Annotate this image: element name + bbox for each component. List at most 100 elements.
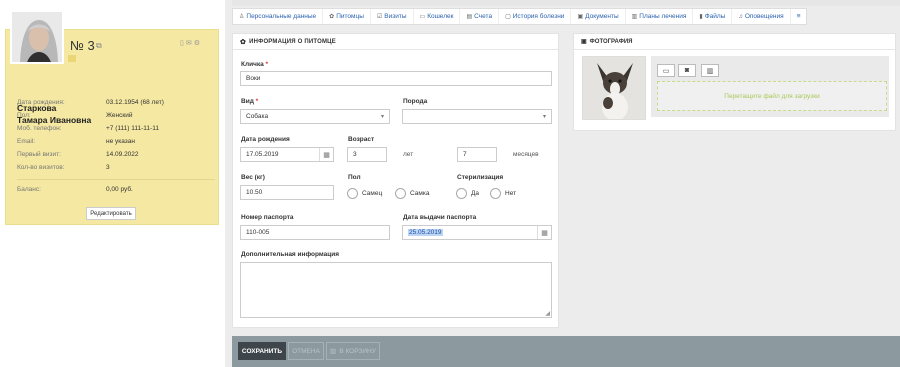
sterilization-label: Стерилизация: [457, 174, 504, 181]
first-visit-value: 14.09.2022: [106, 151, 139, 158]
save-button[interactable]: СОХРАНИТЬ: [238, 342, 286, 360]
tab-personal[interactable]: ♙ Персональные данные: [233, 9, 324, 24]
tab-label: Счета: [474, 13, 493, 20]
birth-date-value: 03.12.1954 (68 лет): [106, 99, 164, 106]
breed-label: Порода: [403, 98, 428, 105]
calendar-icon[interactable]: ▦: [537, 226, 551, 239]
radio-label: Нет: [505, 190, 517, 197]
folder-icon[interactable]: ▭: [657, 64, 675, 77]
age-years-input[interactable]: 3: [347, 147, 387, 162]
trash-icon[interactable]: ▥: [701, 64, 719, 77]
copy-icon[interactable]: ⧉: [96, 41, 102, 51]
settings-icon[interactable]: ⚙: [194, 40, 202, 47]
avatar[interactable]: [10, 10, 64, 64]
tab-label: Питомцы: [336, 13, 364, 20]
wallet-icon: ▭: [419, 14, 426, 20]
balance-value: 0,00 руб.: [106, 186, 133, 193]
pet-info-title: ИНФОРМАЦИЯ О ПИТОМЦЕ: [249, 38, 336, 45]
birth-date-input[interactable]: 17.05.2019 ▦: [240, 147, 334, 162]
tab-notifications[interactable]: ♫ Оповещения: [732, 9, 791, 24]
pet-info-header: ✿ ИНФОРМАЦИЯ О ПИТОМЦЕ: [233, 34, 558, 50]
radio-circle: [395, 188, 406, 199]
tab-visits[interactable]: ☑ Визиты: [371, 9, 414, 24]
tab-pets[interactable]: ✿ Питомцы: [323, 9, 371, 24]
age-label: Возраст: [348, 136, 375, 143]
phone-value[interactable]: +7 (111) 111-11-11: [106, 125, 159, 132]
radio-circle: [347, 188, 358, 199]
tab-history[interactable]: ▢ История болезни: [499, 9, 572, 24]
tab-wallet[interactable]: ▭ Кошелек: [414, 9, 461, 24]
tab-documents[interactable]: ▣ Документы: [571, 9, 626, 24]
passport-input[interactable]: 110-005: [240, 225, 390, 240]
chevron-down-icon: ▾: [380, 114, 384, 120]
resize-handle-icon[interactable]: ◢: [545, 310, 550, 317]
passport-date-input[interactable]: 25.05.2019 ▦: [402, 225, 552, 240]
chevron-down-icon: ▾: [542, 114, 546, 120]
tab-plans[interactable]: ▥ Планы лечения: [626, 9, 694, 24]
radio-label: Да: [471, 190, 480, 197]
passport-label: Номер паспорта: [241, 214, 294, 221]
gender-value: Женский: [106, 112, 133, 119]
age-months-value: 7: [463, 151, 467, 158]
field-label: Кол-во визитов:: [17, 164, 65, 171]
paw-icon: ✿: [240, 38, 247, 46]
age-months-input[interactable]: 7: [457, 147, 497, 162]
species-select[interactable]: Собака ▾: [240, 109, 390, 124]
person-icon: ♙: [239, 14, 245, 20]
nickname-label: Кличка *: [241, 61, 268, 68]
tab-label: Планы лечения: [639, 13, 687, 20]
required-mark: *: [255, 98, 259, 105]
tab-label: Кошелек: [427, 13, 454, 20]
field-label: Моб. телефон:: [17, 125, 62, 132]
email-value: не указан: [106, 138, 135, 145]
calendar-icon[interactable]: ▦: [319, 148, 333, 161]
top-strip: [232, 0, 900, 6]
cancel-button[interactable]: ОТМЕНА: [288, 342, 324, 360]
calendar-check-icon: ☑: [376, 14, 383, 20]
tab-label: История болезни: [512, 13, 565, 20]
radio-label: Самец: [362, 190, 383, 197]
passport-value: 110-005: [246, 229, 270, 236]
age-months-unit: месяцев: [513, 151, 539, 158]
required-mark: *: [265, 61, 269, 68]
passport-date-value: 25.05.2019: [408, 229, 443, 236]
field-label: Дата рождения:: [17, 99, 65, 106]
documents-icon: ▣: [577, 14, 584, 20]
notes-label: Дополнительная информация: [241, 251, 340, 258]
divider: [17, 179, 215, 180]
breed-select[interactable]: ▾: [402, 109, 552, 124]
nickname-input[interactable]: Воки: [240, 71, 552, 86]
invoice-icon: ▤: [466, 14, 473, 20]
mail-icon[interactable]: ✉: [186, 40, 194, 47]
sex-label: Пол: [348, 174, 361, 181]
camera-icon: ▣: [581, 39, 587, 45]
edit-client-button[interactable]: Редактировать: [86, 207, 136, 220]
camera-icon[interactable]: ◙: [678, 64, 696, 77]
history-icon: ▢: [505, 14, 511, 20]
species-label: Вид *: [241, 98, 258, 105]
weight-input[interactable]: 10.50: [240, 185, 334, 200]
nickname-label-text: Кличка: [241, 61, 264, 68]
tab-invoices[interactable]: ▤ Счета: [460, 9, 500, 24]
tab-label: Визиты: [384, 13, 407, 20]
radio-circle: [490, 188, 501, 199]
tab-files[interactable]: ▮ Файлы: [693, 9, 733, 24]
tab-label: Файлы: [704, 13, 726, 20]
field-label: Email:: [17, 138, 36, 145]
move-to-trash-button[interactable]: ▥ В КОРЗИНУ: [326, 342, 380, 360]
sex-female-radio[interactable]: Самка: [395, 188, 429, 199]
tab-label: Персональные данные: [246, 13, 317, 20]
file-drop-zone[interactable]: Перетащите файл для загрузки: [657, 81, 887, 111]
pet-photo[interactable]: [582, 56, 646, 120]
sterilization-yes-radio[interactable]: Да: [456, 188, 479, 199]
field-label: Первый визит:: [17, 151, 61, 158]
sex-male-radio[interactable]: Самец: [347, 188, 382, 199]
radio-label: Самка: [410, 190, 430, 197]
notes-textarea[interactable]: ◢: [240, 262, 552, 318]
paw-icon: ✿: [329, 14, 335, 20]
sterilization-no-radio[interactable]: Нет: [490, 188, 516, 199]
balance-label: Баланс:: [17, 186, 41, 193]
species-label-text: Вид: [241, 98, 254, 105]
weight-label: Вес (кг): [241, 174, 265, 181]
tab-menu[interactable]: ≡: [791, 9, 807, 24]
